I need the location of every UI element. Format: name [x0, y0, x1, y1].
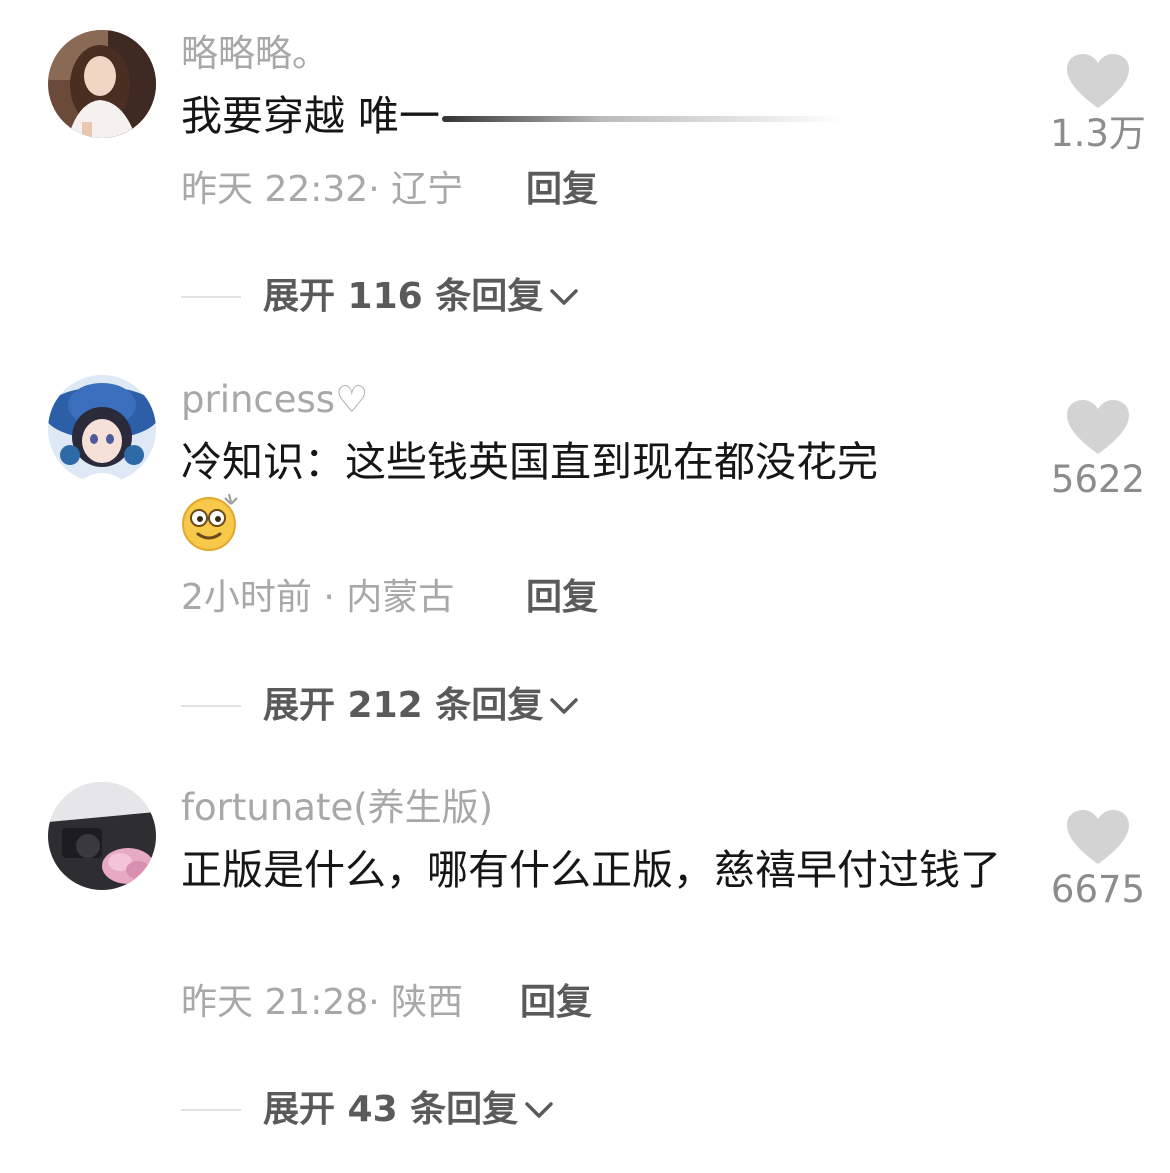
- like-button[interactable]: 1.3万: [1040, 54, 1156, 156]
- comment-text-content: 我要穿越 唯一: [181, 92, 441, 140]
- comment-text: 冷知识：这些钱英国直到现在都没花完: [181, 432, 1001, 554]
- comment-text-content: 冷知识：这些钱英国直到现在都没花完: [181, 438, 878, 486]
- username[interactable]: 略略略。: [181, 32, 329, 76]
- chevron-down-icon: [550, 289, 578, 305]
- heart-icon: [1067, 54, 1129, 108]
- like-count: 6675: [1050, 868, 1146, 911]
- expand-replies-label: 展开 116 条回复: [263, 276, 544, 317]
- avatar[interactable]: [48, 375, 156, 483]
- chevron-down-icon: [525, 1102, 553, 1118]
- divider: [181, 705, 241, 707]
- chevron-down-icon: [550, 698, 578, 714]
- redaction-stroke: [442, 116, 843, 122]
- expand-replies-label: 展开 212 条回复: [263, 685, 544, 726]
- comment-text: 正版是什么，哪有什么正版，慈禧早付过钱了: [181, 846, 1001, 894]
- expand-replies-button[interactable]: 展开 116 条回复: [181, 275, 579, 319]
- expand-replies-label: 展开 43 条回复: [263, 1089, 519, 1130]
- reply-button[interactable]: 回复: [526, 168, 598, 212]
- comment-text: 我要穿越 唯一: [181, 86, 1001, 146]
- divider: [181, 296, 241, 298]
- reply-button[interactable]: 回复: [520, 981, 592, 1025]
- comment-time-location: 昨天 21:28· 陕西: [181, 982, 464, 1023]
- reply-button[interactable]: 回复: [526, 576, 598, 620]
- comment-time-location: 2小时前 · 内蒙古: [181, 577, 455, 618]
- like-button[interactable]: 6675: [1040, 810, 1156, 912]
- expand-replies-button[interactable]: 展开 212 条回复: [181, 684, 579, 728]
- comment-time-location: 昨天 22:32· 辽宁: [181, 169, 464, 210]
- avatar[interactable]: [48, 30, 156, 138]
- heart-icon: [1067, 810, 1129, 864]
- like-count: 5622: [1050, 458, 1146, 501]
- expand-replies-button[interactable]: 展开 43 条回复: [181, 1088, 554, 1132]
- heart-icon: [1067, 400, 1129, 454]
- username[interactable]: princess♡: [181, 378, 368, 422]
- dizzy-face-emoji-icon: [181, 492, 241, 568]
- like-button[interactable]: 5622: [1040, 400, 1156, 502]
- avatar[interactable]: [48, 782, 156, 890]
- username[interactable]: fortunate(养生版): [181, 786, 493, 830]
- divider: [181, 1109, 241, 1111]
- emoji-row: [181, 492, 1001, 554]
- like-count: 1.3万: [1050, 112, 1146, 155]
